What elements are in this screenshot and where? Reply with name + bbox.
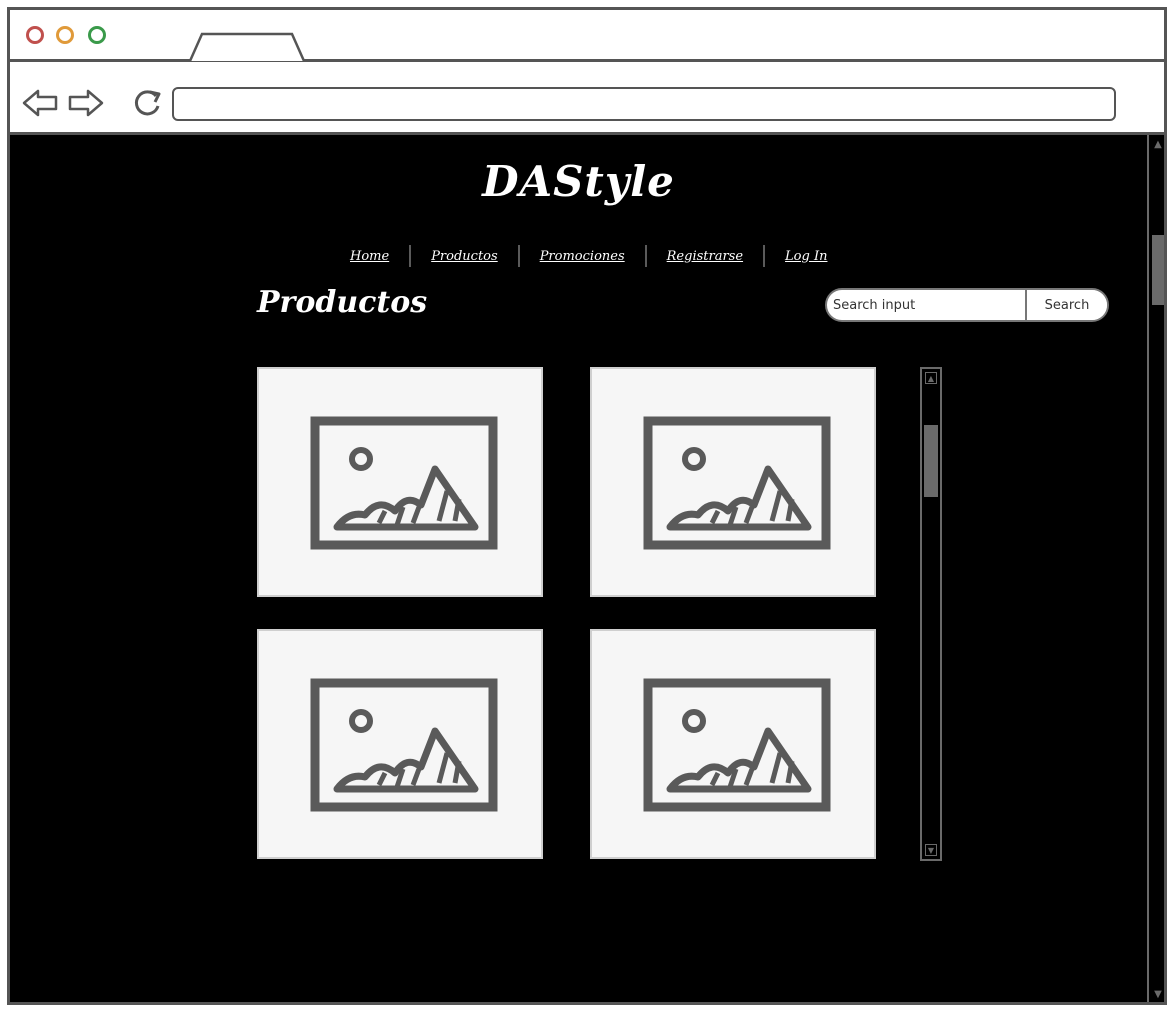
forward-arrow-icon[interactable] — [66, 86, 106, 120]
menu-item-promociones[interactable]: Promociones — [520, 249, 645, 264]
browser-window: DAStyle Home Productos Promociones Regis… — [7, 7, 1167, 1005]
image-placeholder-icon — [643, 678, 831, 812]
search-button[interactable]: Search — [1025, 290, 1107, 320]
product-card[interactable] — [257, 629, 543, 859]
back-arrow-icon[interactable] — [20, 86, 60, 120]
menu-item-login[interactable]: Log In — [765, 249, 847, 264]
scroll-up-arrow-icon[interactable]: ▲ — [1152, 139, 1164, 151]
page-scrollbar[interactable]: ▲ ▼ — [1147, 135, 1164, 1002]
browser-titlebar — [10, 10, 1164, 62]
image-placeholder-icon — [310, 416, 498, 550]
product-card[interactable] — [590, 367, 876, 597]
product-card[interactable] — [257, 367, 543, 597]
search-bar: Search — [825, 288, 1109, 322]
address-bar[interactable] — [172, 87, 1116, 121]
maximize-window-icon[interactable] — [88, 26, 106, 44]
menu-item-productos[interactable]: Productos — [411, 249, 518, 264]
product-card[interactable] — [590, 629, 876, 859]
browser-tab[interactable] — [188, 30, 308, 62]
product-list-scrollbar[interactable]: ▲ ▼ — [920, 367, 942, 861]
page-title: Productos — [257, 285, 428, 320]
scroll-up-arrow-icon[interactable]: ▲ — [925, 372, 937, 384]
minimize-window-icon[interactable] — [56, 26, 74, 44]
page-content: DAStyle Home Productos Promociones Regis… — [10, 135, 1147, 1002]
scrollbar-thumb[interactable] — [924, 425, 938, 497]
scroll-down-arrow-icon[interactable]: ▼ — [925, 844, 937, 856]
menu-item-home[interactable]: Home — [330, 249, 409, 264]
scroll-down-arrow-icon[interactable]: ▼ — [1152, 989, 1164, 1001]
site-logo-title: DAStyle — [482, 157, 675, 206]
search-input[interactable] — [827, 290, 1025, 320]
image-placeholder-icon — [310, 678, 498, 812]
close-window-icon[interactable] — [26, 26, 44, 44]
image-placeholder-icon — [643, 416, 831, 550]
browser-navbar — [10, 62, 1164, 135]
menu-item-registrarse[interactable]: Registrarse — [647, 249, 763, 264]
scrollbar-thumb[interactable] — [1152, 235, 1164, 305]
reload-icon[interactable] — [130, 86, 164, 120]
main-menu: Home Productos Promociones Registrarse L… — [330, 243, 847, 269]
